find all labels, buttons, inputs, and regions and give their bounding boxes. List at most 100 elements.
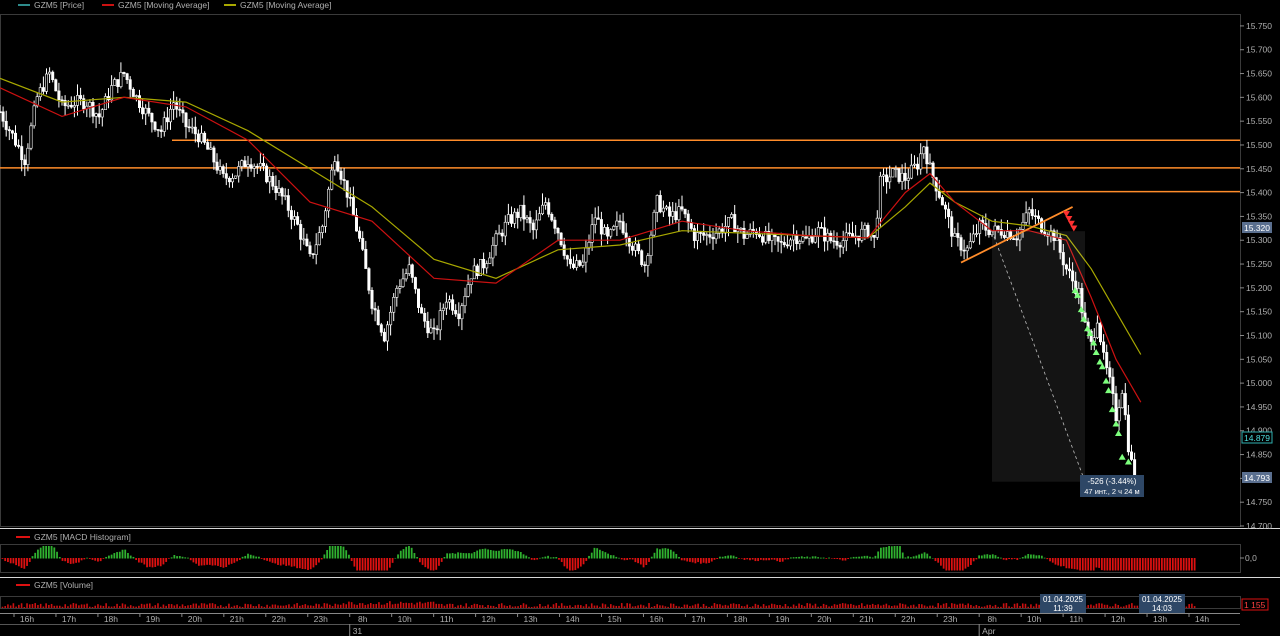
candle-body (44, 73, 48, 92)
y-tick-label: 14.750 (1246, 497, 1272, 507)
volume-bar (642, 605, 645, 608)
volume-bar (640, 604, 642, 608)
macd-bar (609, 555, 612, 559)
x-tick-label: 8h (987, 614, 997, 624)
volume-last-value: 1 155 (1244, 600, 1266, 610)
volume-bar (550, 606, 552, 608)
candle-body (277, 188, 281, 194)
candle-body (609, 229, 613, 237)
x-tick-label: 20h (817, 614, 831, 624)
volume-bar (1090, 604, 1092, 608)
macd-bar (661, 548, 664, 559)
macd-bar (219, 558, 222, 567)
volume-bar (143, 604, 146, 608)
volume-bar (593, 605, 596, 608)
macd-bar (1054, 558, 1057, 565)
macd-bar (1103, 558, 1106, 571)
macd-bar (517, 551, 519, 559)
volume-bar (484, 606, 487, 608)
candle-body (695, 232, 699, 241)
candle-body (559, 232, 563, 246)
candle-body (996, 225, 1000, 230)
candle-body (227, 178, 231, 183)
volume-bar (290, 606, 293, 608)
macd-bar (560, 558, 563, 562)
candle-body (885, 174, 889, 183)
volume-bar (397, 603, 399, 608)
volume-bar (1106, 604, 1109, 608)
volume-bar (770, 603, 773, 608)
macd-bar (599, 549, 601, 559)
svg-text:01.04.2025: 01.04.2025 (1043, 595, 1084, 604)
volume-bar (850, 603, 852, 608)
candle-body (20, 146, 24, 161)
macd-bar (694, 558, 697, 564)
macd-bar (353, 558, 356, 567)
candle-body (218, 166, 222, 171)
volume-bar (170, 604, 173, 608)
volume-bar (200, 603, 203, 608)
macd-bar (645, 558, 648, 566)
macd-bar (689, 558, 691, 562)
volume-bar (449, 603, 451, 608)
volume-bar (454, 606, 457, 608)
candle-body (888, 176, 892, 183)
macd-bar (757, 558, 760, 562)
volume-bar (981, 606, 983, 608)
macd-bar (555, 557, 558, 559)
macd-bar (901, 552, 904, 559)
volume-bar (904, 604, 907, 608)
volume-bar (588, 606, 590, 608)
volume-bar (203, 603, 206, 608)
volume-bar (58, 605, 61, 608)
macd-bar (298, 558, 301, 569)
volume-bar (743, 606, 746, 608)
macd-bar (1160, 558, 1163, 571)
candle-body (240, 160, 244, 167)
x-tick-label: 21h (859, 614, 873, 624)
macd-bar (759, 558, 762, 560)
volume-bar (394, 603, 397, 608)
macd-bar (983, 554, 986, 559)
macd-bar (1180, 558, 1182, 571)
macd-bar (961, 558, 964, 571)
volume-bar (1035, 603, 1038, 608)
volume-bar (735, 604, 738, 608)
volume-bar (1021, 603, 1024, 608)
candle-body (280, 188, 284, 197)
macd-bar (533, 558, 536, 561)
x-tick-label: 20h (188, 614, 202, 624)
macd-bar (489, 549, 492, 559)
macd-bar (664, 548, 667, 559)
volume-bar (372, 604, 375, 608)
macd-bar (762, 558, 765, 561)
macd-bar (304, 558, 307, 570)
volume-bar (544, 606, 547, 608)
macd-bar (105, 556, 108, 559)
volume-bar (530, 606, 533, 608)
macd-bar (566, 558, 569, 569)
volume-bar (279, 605, 282, 608)
macd-bar (481, 548, 484, 559)
candle-body (113, 79, 117, 86)
chart-canvas[interactable]: GZM5 [Price] GZM5 [Moving Average] GZM5 … (0, 0, 1280, 636)
candle-body (571, 263, 575, 268)
volume-bar (970, 604, 972, 608)
volume-bar (520, 604, 522, 608)
candle-body (522, 204, 526, 220)
macd-bar (885, 547, 888, 559)
volume-bar (34, 603, 37, 608)
volume-bar (830, 605, 833, 608)
macd-bar (154, 558, 157, 567)
volume-bar (266, 604, 268, 608)
volume-bar (858, 604, 860, 608)
macd-bar (1150, 558, 1152, 571)
macd-bar (388, 558, 391, 568)
candle-body (432, 327, 436, 330)
y-tick-label: 15.500 (1246, 140, 1272, 150)
volume-bar (282, 605, 285, 608)
candle-body (181, 109, 185, 114)
volume-bar (318, 604, 320, 608)
volume-bar (580, 605, 582, 608)
macd-bar (165, 558, 168, 562)
